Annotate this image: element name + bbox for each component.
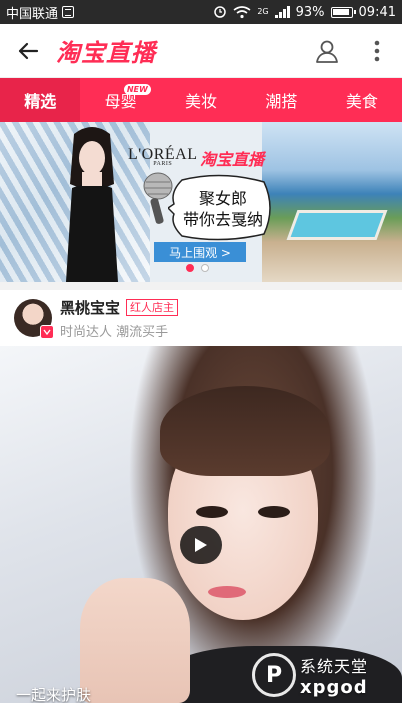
wifi-icon xyxy=(233,5,251,18)
headline-line-2: 带你去戛纳 xyxy=(182,210,263,229)
new-badge: NEW xyxy=(123,84,151,95)
status-bar: 中国联通 2G 93% 09:41 xyxy=(0,0,402,24)
taobao-live-logo: 淘宝直播 xyxy=(200,150,265,169)
banner-headline: 聚女郎 带你去戛纳 xyxy=(178,188,268,230)
carrier-label: 中国联通 xyxy=(6,6,59,22)
video-caption: 一起来护肤 xyxy=(16,686,92,703)
play-icon xyxy=(195,538,207,552)
category-tabs: 精选 母婴 NEW 美妆 潮搭 美食 xyxy=(0,78,402,122)
play-button[interactable] xyxy=(180,526,222,564)
author-subtitle: 时尚达人 潮流买手 xyxy=(60,324,169,340)
pool-shape xyxy=(286,210,388,240)
author-tag: 红人店主 xyxy=(126,298,179,316)
tab-beauty[interactable]: 美妆 xyxy=(161,78,241,122)
tab-label: 美妆 xyxy=(185,92,218,111)
battery-icon xyxy=(330,6,356,18)
tab-maternity[interactable]: 母婴 NEW xyxy=(80,78,160,122)
sim-icon xyxy=(62,6,75,18)
carousel-indicator xyxy=(186,264,209,272)
app-header: 淘宝直播 xyxy=(0,24,402,78)
watermark-en: xpgod xyxy=(300,676,368,698)
more-vertical-icon xyxy=(374,40,380,61)
network-type: 2G xyxy=(257,6,269,16)
watermark-logo-icon: P xyxy=(252,653,296,697)
tab-fashion[interactable]: 潮搭 xyxy=(241,78,321,122)
site-watermark: P 系统天堂 xpgod xyxy=(252,650,402,700)
more-button[interactable] xyxy=(352,24,402,78)
profile-button[interactable] xyxy=(302,24,352,78)
tab-food[interactable]: 美食 xyxy=(322,78,402,122)
heart-badge-icon xyxy=(40,325,54,339)
author-avatar[interactable] xyxy=(14,299,54,339)
tab-label: 潮搭 xyxy=(265,92,298,111)
battery-percent: 93% xyxy=(295,4,325,20)
back-button[interactable] xyxy=(0,24,56,78)
headline-line-1: 聚女郎 xyxy=(198,189,247,208)
banner-model-image xyxy=(66,127,118,282)
back-arrow-icon xyxy=(18,42,39,59)
clock: 09:41 xyxy=(358,4,396,20)
post-header: 黑桃宝宝 红人店主 时尚达人 潮流买手 xyxy=(0,290,402,346)
banner-seaside-image xyxy=(262,122,402,282)
watch-now-button[interactable]: 马上围观 > xyxy=(154,242,246,262)
watermark-cn: 系统天堂 xyxy=(300,656,369,676)
author-name[interactable]: 黑桃宝宝 xyxy=(60,297,120,318)
page-title: 淘宝直播 xyxy=(56,38,156,67)
tab-featured[interactable]: 精选 xyxy=(0,78,81,122)
signal-icon xyxy=(274,6,290,18)
loreal-logo: L'ORÉAL PARIS xyxy=(128,146,197,167)
carousel-dot-2[interactable] xyxy=(201,264,209,272)
tab-label: 精选 xyxy=(24,92,57,111)
tab-label: 美食 xyxy=(345,92,378,111)
alarm-icon xyxy=(214,6,227,18)
carousel-dot-1[interactable] xyxy=(186,264,194,272)
user-icon xyxy=(316,40,338,63)
